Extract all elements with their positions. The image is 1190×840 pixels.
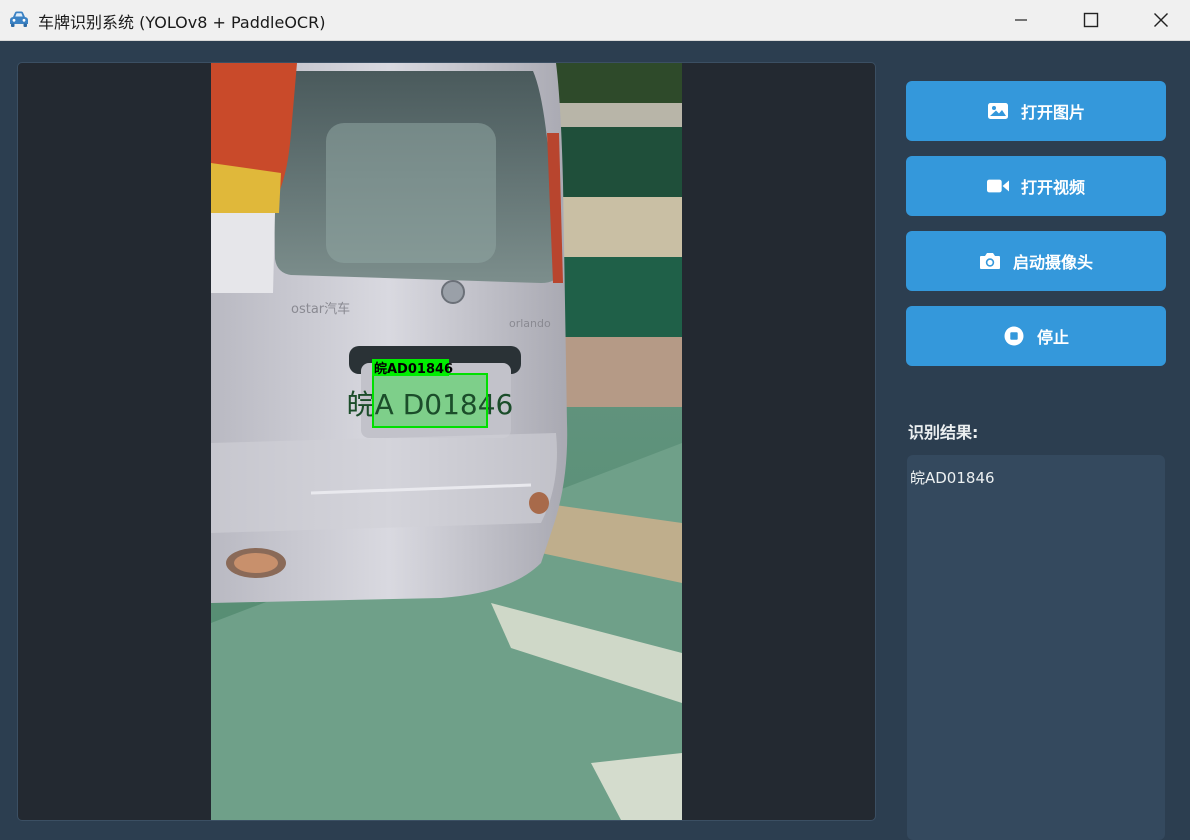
stop-button[interactable]: 停止 bbox=[906, 306, 1166, 366]
open-image-label: 打开图片 bbox=[1020, 103, 1085, 122]
car-icon bbox=[9, 10, 29, 28]
close-button[interactable] bbox=[1138, 0, 1184, 40]
svg-text:ostar汽车: ostar汽车 bbox=[291, 301, 350, 317]
detection-label: 皖AD01846 bbox=[374, 361, 453, 377]
video-camera-icon bbox=[986, 175, 1009, 197]
video-display: ostar汽车 orlando 皖A D01846 皖AD01846 bbox=[17, 62, 876, 821]
results-box[interactable]: 皖AD01846 bbox=[907, 455, 1165, 840]
image-icon bbox=[987, 100, 1009, 122]
open-video-label: 打开视频 bbox=[1020, 178, 1085, 197]
detection-image: ostar汽车 orlando 皖A D01846 皖AD01846 bbox=[211, 63, 682, 820]
results-label: 识别结果: bbox=[908, 423, 979, 442]
camera-icon bbox=[979, 250, 1001, 272]
stop-icon bbox=[1003, 325, 1025, 347]
start-camera-button[interactable]: 启动摄像头 bbox=[906, 231, 1166, 291]
main-area: ostar汽车 orlando 皖A D01846 皖AD01846 打开图片 … bbox=[0, 41, 1190, 840]
license-plate-text: 皖A D01846 bbox=[347, 388, 514, 421]
minimize-button[interactable] bbox=[998, 0, 1044, 40]
window-title: 车牌识别系统 (YOLOv8 + PaddleOCR) bbox=[38, 13, 326, 32]
open-image-button[interactable]: 打开图片 bbox=[906, 81, 1166, 141]
svg-text:orlando: orlando bbox=[509, 317, 551, 330]
start-camera-label: 启动摄像头 bbox=[1012, 253, 1093, 272]
title-bar: 车牌识别系统 (YOLOv8 + PaddleOCR) bbox=[0, 0, 1190, 41]
open-video-button[interactable]: 打开视频 bbox=[906, 156, 1166, 216]
results-text: 皖AD01846 bbox=[910, 469, 995, 487]
stop-label: 停止 bbox=[1036, 328, 1069, 347]
car-photo: ostar汽车 orlando 皖A D01846 皖AD01846 bbox=[211, 63, 682, 820]
maximize-button[interactable] bbox=[1068, 0, 1114, 40]
